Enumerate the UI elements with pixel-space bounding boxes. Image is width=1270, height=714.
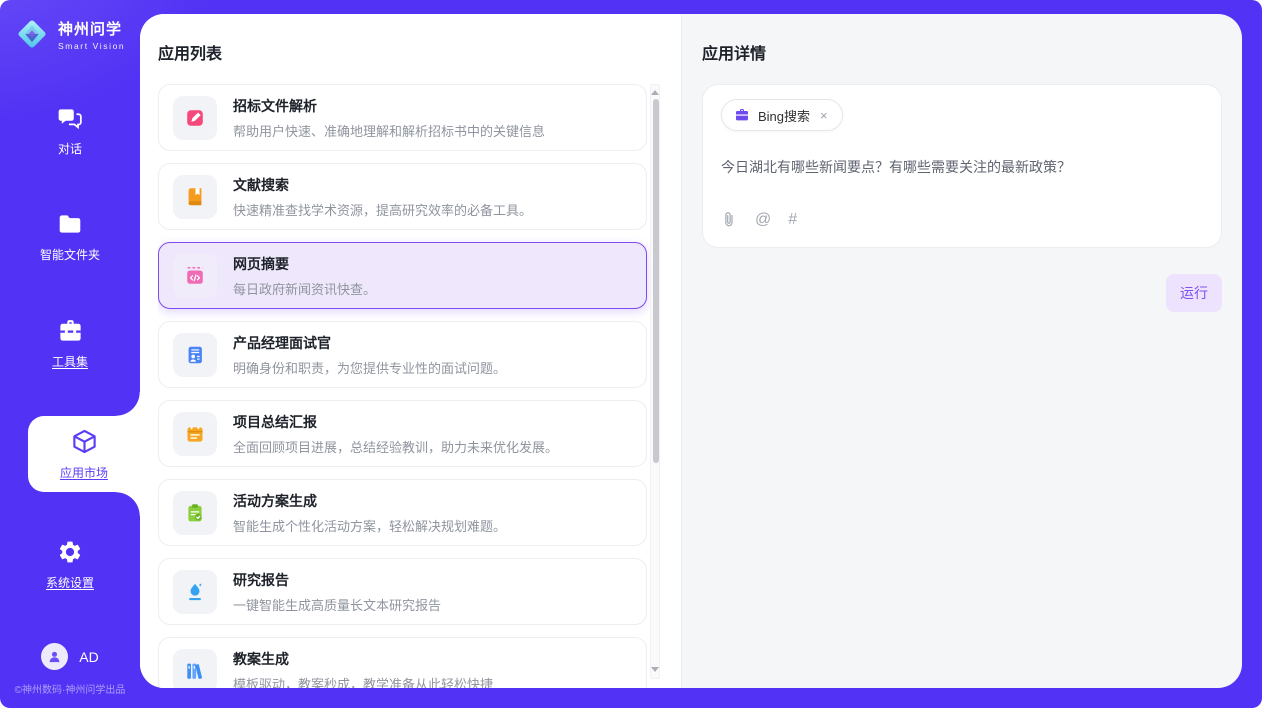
books-icon [173,649,217,689]
avatar [41,643,68,670]
app-card-title: 产品经理面试官 [233,333,506,353]
app-list: 招标文件解析 帮助用户快速、准确地理解和解析招标书中的关键信息 文献搜索 [158,84,660,688]
app-card-event-plan[interactable]: 活动方案生成 智能生成个性化活动方案，轻松解决规划难题。 [158,479,647,546]
tool-chip-label: Bing搜索 [758,106,810,125]
ink-report-icon [173,570,217,614]
app-card-lesson-plan[interactable]: 教案生成 模板驱动，教案秒成，教学准备从此轻松快捷 [158,637,647,688]
scroll-down-arrow[interactable] [651,667,659,673]
app-card-description: 一键智能生成高质量长文本研究报告 [233,595,441,614]
scroll-up-arrow[interactable] [651,90,659,96]
brand-name: 神州问学 [58,18,125,39]
main-content: 应用列表 招标文件解析 帮助用户快速、准确地理解和解析招标书中的关键信息 [140,14,1242,688]
run-row: 运行 [702,274,1222,312]
interviewer-document-icon [173,333,217,377]
sidebar: 神州问学 Smart Vision 对话 [0,0,140,708]
app-card-description: 每日政府新闻资讯快查。 [233,279,376,298]
brand-logo: 神州问学 Smart Vision [0,0,140,52]
book-icon [173,175,217,219]
clipboard-check-icon [173,491,217,535]
app-card-description: 全面回顾项目进展，总结经验教训，助力未来优化发展。 [233,437,558,456]
app-card-description: 明确身份和职责，为您提供专业性的面试问题。 [233,358,506,377]
sidebar-item-chat[interactable]: 对话 [0,98,140,164]
sidebar-item-app-market[interactable]: 应用市场 [28,416,140,492]
sidebar-item-toolset[interactable]: 工具集 [0,310,140,376]
briefcase-icon [734,107,750,123]
app-card-description: 快速精准查找学术资源，提高研究效率的必备工具。 [233,200,532,219]
scrollbar-thumb[interactable] [653,99,659,463]
gear-icon [57,539,83,565]
diamond-logo-icon [14,16,50,52]
brand-subtitle: Smart Vision [58,41,125,51]
sidebar-item-label: 工具集 [52,353,88,370]
app-card-title: 活动方案生成 [233,491,506,511]
browser-code-icon [173,254,217,298]
app-card-project-summary[interactable]: 项目总结汇报 全面回顾项目进展，总结经验教训，助力未来优化发展。 [158,400,647,467]
app-card-research-report[interactable]: 研究报告 一键智能生成高质量长文本研究报告 [158,558,647,625]
app-card-bid-document-parse[interactable]: 招标文件解析 帮助用户快速、准确地理解和解析招标书中的关键信息 [158,84,647,151]
app-card-pm-interviewer[interactable]: 产品经理面试官 明确身份和职责，为您提供专业性的面试问题。 [158,321,647,388]
app-detail-panel: 应用详情 Bing搜索 × 今日湖北有哪些新闻要点？有哪些需要关注的最新政策？ [682,14,1242,688]
app-card-title: 研究报告 [233,570,441,590]
toolbox-icon [57,317,84,344]
app-card-web-summary[interactable]: 网页摘要 每日政府新闻资讯快查。 [158,242,647,309]
prompt-input[interactable]: 今日湖北有哪些新闻要点？有哪些需要关注的最新政策？ [721,157,1203,177]
sidebar-item-label: 应用市场 [60,464,108,481]
hash-icon[interactable]: # [788,211,797,229]
sidebar-item-label: 对话 [58,140,82,157]
app-card-description: 帮助用户快速、准确地理解和解析招标书中的关键信息 [233,121,545,140]
app-card-title: 教案生成 [233,649,493,669]
cube-icon [71,428,98,455]
sidebar-item-settings[interactable]: 系统设置 [0,532,140,598]
sidebar-item-label: 智能文件夹 [40,246,100,263]
edit-document-icon [173,96,217,140]
user-account[interactable]: AD [0,643,140,670]
app-window: 神州问学 Smart Vision 对话 [0,0,1262,708]
sidebar-item-smart-folder[interactable]: 智能文件夹 [0,204,140,270]
app-card-title: 招标文件解析 [233,96,545,116]
prompt-card: Bing搜索 × 今日湖北有哪些新闻要点？有哪些需要关注的最新政策？ @ # [702,84,1222,248]
app-card-title: 网页摘要 [233,254,376,274]
app-list-title: 应用列表 [158,40,681,64]
app-card-title: 项目总结汇报 [233,412,558,432]
sidebar-item-label: 系统设置 [46,574,94,591]
app-card-title: 文献搜索 [233,175,532,195]
attachment-icon[interactable] [721,210,738,229]
mention-icon[interactable]: @ [755,211,771,229]
tool-chip-bing-search[interactable]: Bing搜索 × [721,99,843,131]
run-button[interactable]: 运行 [1166,274,1222,312]
app-detail-title: 应用详情 [702,40,1222,64]
sidebar-nav: 对话 智能文件夹 [0,98,140,598]
app-card-description: 智能生成个性化活动方案，轻松解决规划难题。 [233,516,506,535]
calendar-note-icon [173,412,217,456]
folder-icon [57,211,83,237]
close-icon[interactable]: × [818,107,830,124]
app-list-scrollbar[interactable] [650,84,660,679]
app-card-description: 模板驱动，教案秒成，教学准备从此轻松快捷 [233,674,493,689]
chat-icon [57,105,83,131]
avatar-icon [46,648,63,665]
input-toolbar: @ # [721,210,1203,233]
app-card-literature-search[interactable]: 文献搜索 快速精准查找学术资源，提高研究效率的必备工具。 [158,163,647,230]
copyright-text: ©神州数码·神州问学出品 [0,681,140,696]
user-name: AD [79,649,98,665]
app-list-panel: 应用列表 招标文件解析 帮助用户快速、准确地理解和解析招标书中的关键信息 [140,14,682,688]
